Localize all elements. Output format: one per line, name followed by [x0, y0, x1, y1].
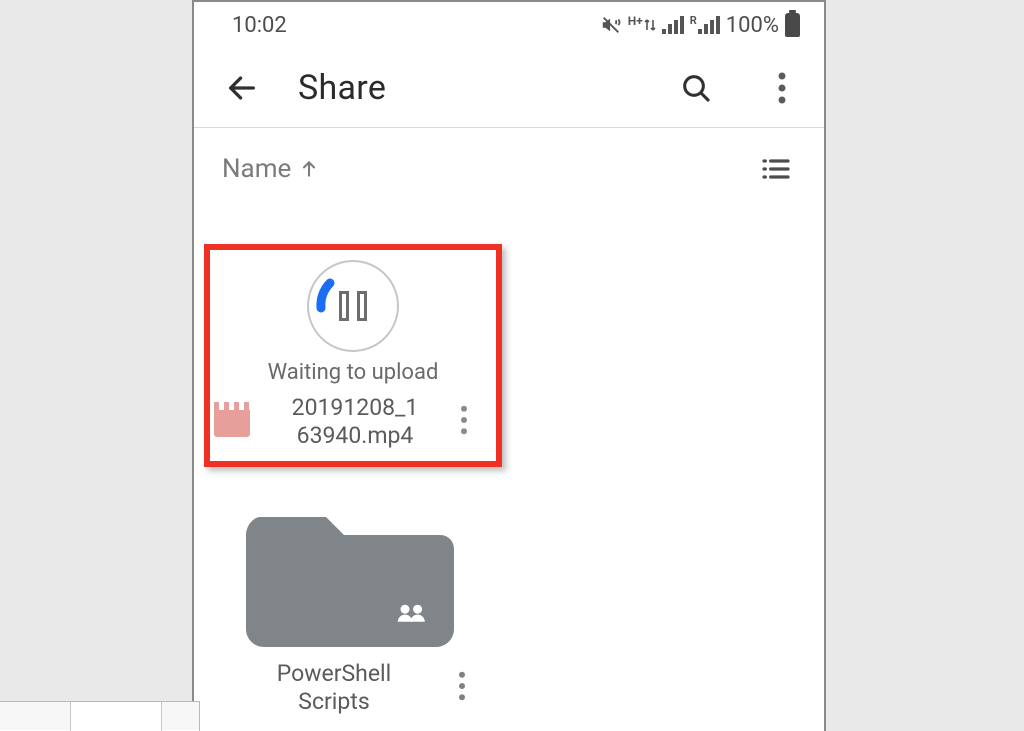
android-statusbar: 10:02 H+ R: [194, 2, 824, 48]
shared-folder-icon: [240, 493, 460, 653]
folder-more-button[interactable]: [458, 671, 492, 705]
signal-bars-icon-2: [698, 16, 720, 34]
file-more-button[interactable]: [460, 405, 494, 439]
more-actions-button[interactable]: [758, 64, 806, 112]
status-time: 10:02: [232, 13, 287, 38]
more-vertical-icon: [458, 671, 466, 701]
mute-vibrate-icon: [600, 14, 622, 36]
list-view-icon: [760, 156, 792, 182]
battery-percent: 100%: [726, 13, 779, 38]
folder-tile[interactable]: PowerShell Scripts: [208, 493, 492, 723]
sort-toggle[interactable]: Name: [222, 154, 319, 184]
folder-name: PowerShell Scripts: [214, 660, 454, 715]
signal-bars-icon-1: [662, 16, 684, 34]
device-frame: 10:02 H+ R: [192, 0, 826, 731]
search-button[interactable]: [672, 64, 720, 112]
file-grid: Waiting to upload 20191208_1 63940.mp4: [194, 210, 824, 731]
battery-icon: [785, 13, 800, 37]
window-chrome-decoration: [0, 701, 200, 731]
search-icon: [680, 72, 712, 104]
progress-arc-icon: [307, 260, 399, 352]
back-button[interactable]: [224, 70, 260, 106]
more-vertical-icon: [460, 405, 468, 435]
sort-field-label: Name: [222, 154, 291, 184]
sort-row: Name: [194, 128, 824, 210]
status-icons: H+ R 100%: [600, 13, 800, 38]
video-file-icon: [214, 407, 250, 437]
back-arrow-icon: [225, 71, 259, 105]
app-bar: Share: [194, 48, 824, 128]
upload-progress-spinner[interactable]: [307, 260, 399, 352]
roaming-indicator: R: [690, 16, 720, 34]
page-title: Share: [298, 68, 386, 108]
view-mode-toggle[interactable]: [756, 149, 796, 189]
file-name: 20191208_1 63940.mp4: [254, 394, 456, 449]
upload-status-text: Waiting to upload: [268, 360, 439, 385]
file-tile-uploading[interactable]: Waiting to upload 20191208_1 63940.mp4: [204, 244, 502, 467]
sort-ascending-icon: [299, 157, 319, 181]
network-h-plus-icon: H+: [628, 18, 656, 32]
more-vertical-icon: [777, 72, 787, 104]
